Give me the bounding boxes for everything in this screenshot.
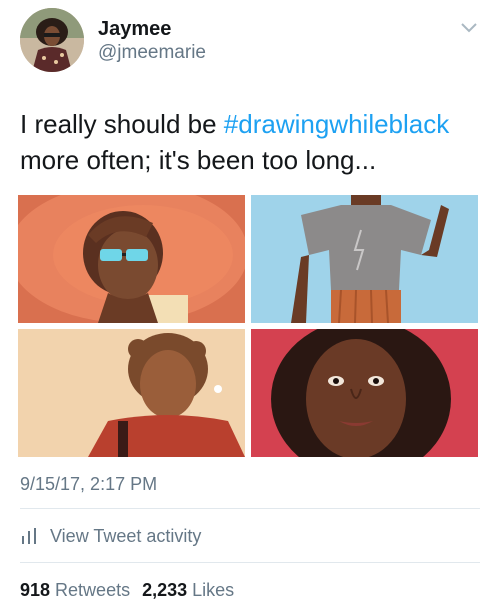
retweets-count[interactable]: 918: [20, 580, 50, 601]
divider: [20, 508, 480, 509]
likes-label[interactable]: Likes: [192, 580, 234, 601]
media-grid: [18, 195, 478, 459]
tweet-stats: 918 Retweets 2,233 Likes: [20, 580, 246, 601]
user-handle[interactable]: @jmeemarie: [98, 42, 206, 64]
likes-count[interactable]: 2,233: [142, 580, 187, 601]
illustration-grey-shirt: [251, 195, 478, 323]
view-tweet-activity-button[interactable]: View Tweet activity: [20, 522, 201, 550]
bar-chart-icon: [22, 528, 36, 544]
view-tweet-activity-label: View Tweet activity: [50, 525, 202, 546]
tweet-timestamp[interactable]: 9/15/17, 2:17 PM: [20, 474, 157, 495]
illustration-sunglasses: [18, 195, 245, 323]
chevron-down-icon[interactable]: [460, 22, 478, 34]
media-image-4[interactable]: [251, 329, 478, 457]
tweet-header: Jaymee @jmeemarie: [0, 0, 500, 88]
divider: [20, 562, 480, 563]
media-image-3[interactable]: [18, 329, 245, 457]
illustration-red-sweater: [18, 329, 245, 457]
illustration-portrait: [251, 329, 478, 457]
avatar[interactable]: [20, 8, 84, 72]
retweets-label[interactable]: Retweets: [55, 580, 130, 601]
tweet-text-start: I really should be: [20, 109, 224, 139]
tweet-text: I really should be #drawingwhileblack mo…: [20, 106, 490, 178]
hashtag-link[interactable]: #drawingwhileblack: [224, 109, 449, 139]
display-name[interactable]: Jaymee: [98, 18, 171, 41]
avatar-image: [20, 8, 84, 72]
tweet-text-end: more often; it's been too long...: [20, 145, 377, 175]
media-image-1[interactable]: [18, 195, 245, 323]
media-image-2[interactable]: [251, 195, 478, 323]
